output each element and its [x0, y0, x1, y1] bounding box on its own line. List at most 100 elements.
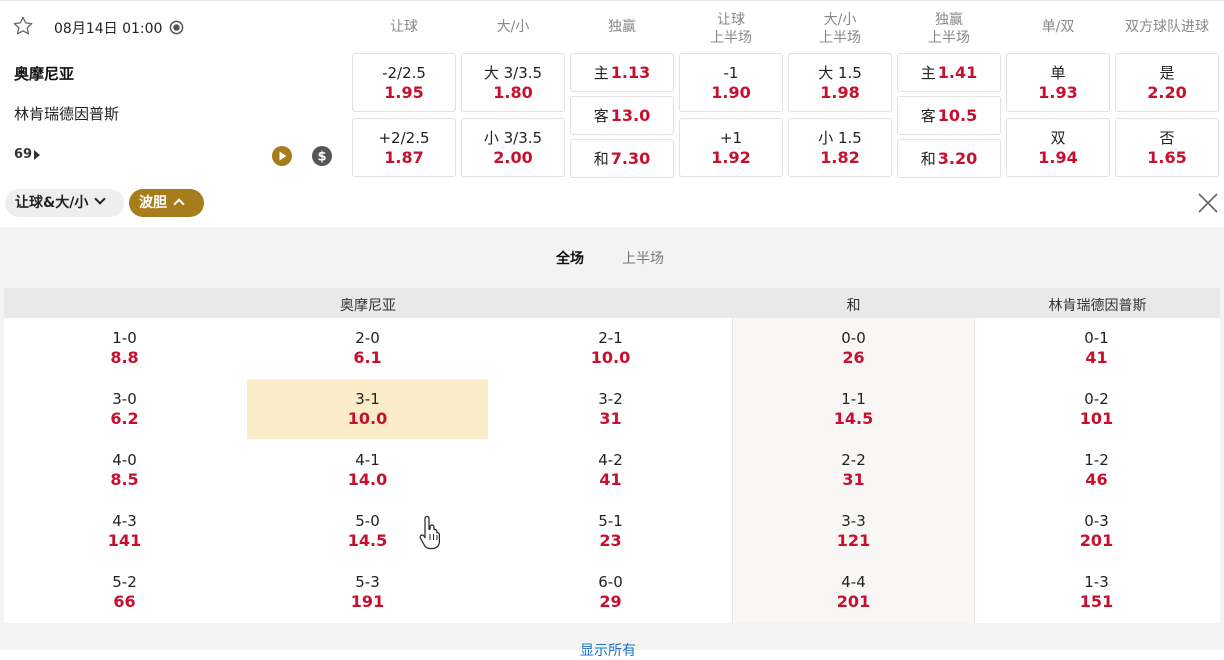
- odds-label: 大 3/3.5: [483, 64, 543, 82]
- col-header-handicap: 让球: [390, 19, 418, 35]
- odds-cell-handicap-away[interactable]: +2/2.5 1.87: [352, 118, 456, 177]
- score-cell[interactable]: 0-0 26: [733, 318, 974, 378]
- score-cell[interactable]: 6-0 29: [490, 562, 731, 622]
- odds-label: 是: [1159, 64, 1175, 82]
- odds-label: +1: [719, 129, 743, 147]
- score-cell[interactable]: 3-3 121: [733, 501, 974, 561]
- svg-text:$: $: [317, 150, 326, 165]
- star-icon[interactable]: [12, 15, 34, 37]
- match-header: 08月14日 01:00 奥摩尼亚 林肯瑞德因普斯 69 $ 让球 大/小 独赢…: [0, 0, 1224, 227]
- odds-cell-moneyline-1h-home[interactable]: 主 1.41: [897, 53, 1001, 92]
- score-cell[interactable]: 4-2 41: [490, 440, 731, 500]
- grid-header-home: 奥摩尼亚: [340, 298, 396, 314]
- score-label: 4-0: [112, 451, 137, 469]
- odds-cell-total-1h-over[interactable]: 大 1.5 1.98: [788, 53, 892, 112]
- filter-label: 让球&大/小: [15, 195, 89, 211]
- score-label: 4-3: [112, 512, 137, 530]
- odds-cell-handicap-1h-home[interactable]: -1 1.90: [679, 53, 783, 112]
- odds-label: 大 1.5: [818, 64, 862, 82]
- score-cell[interactable]: 4-3 141: [4, 501, 245, 561]
- score-cell[interactable]: 5-3 191: [247, 562, 488, 622]
- score-cell[interactable]: 1-1 14.5: [733, 379, 974, 439]
- score-cell[interactable]: 3-0 6.2: [4, 379, 245, 439]
- odds-cell-moneyline-1h-away[interactable]: 客 10.5: [897, 96, 1001, 135]
- chevron-down-icon: [94, 193, 106, 205]
- col-header-total-1h: 大/小 上半场: [819, 12, 861, 46]
- score-label: 5-3: [355, 573, 380, 591]
- odds-label: 和: [920, 150, 936, 168]
- filter-correct-score[interactable]: 波胆: [129, 189, 204, 217]
- score-cell[interactable]: 5-2 66: [4, 562, 245, 622]
- grid-header: 奥摩尼亚 和 林肯瑞德因普斯: [4, 288, 1220, 318]
- odds-cell-btts-yes[interactable]: 是 2.20: [1115, 53, 1219, 112]
- score-label: 0-0: [841, 329, 866, 347]
- filter-handicap-total[interactable]: 让球&大/小: [5, 189, 124, 217]
- odds-cell-total-under[interactable]: 小 3/3.5 2.00: [461, 118, 565, 177]
- tab-full-time[interactable]: 全场: [556, 248, 584, 268]
- score-odds: 6.1: [353, 348, 382, 367]
- odds-label: 主: [593, 64, 609, 82]
- odds-value: 2.20: [1147, 83, 1187, 102]
- score-odds: 10.0: [347, 409, 388, 428]
- score-cell[interactable]: 2-1 10.0: [490, 318, 731, 378]
- score-cell[interactable]: 0-1 41: [976, 318, 1217, 378]
- score-cell[interactable]: 2-2 31: [733, 440, 974, 500]
- score-odds: 23: [599, 531, 622, 550]
- odds-cell-moneyline-draw[interactable]: 和 7.30: [570, 139, 674, 178]
- score-cell[interactable]: 0-2 101: [976, 379, 1217, 439]
- odds-label: 客: [593, 107, 609, 125]
- score-label: 1-2: [1084, 451, 1109, 469]
- col-header-moneyline: 独赢: [608, 19, 636, 35]
- odds-cell-moneyline-away[interactable]: 客 13.0: [570, 96, 674, 135]
- odds-cell-handicap-1h-away[interactable]: +1 1.92: [679, 118, 783, 177]
- score-label: 3-2: [598, 390, 623, 408]
- score-cell[interactable]: 1-3 151: [976, 562, 1217, 622]
- score-cell[interactable]: 1-0 8.8: [4, 318, 245, 378]
- score-cell[interactable]: 5-1 23: [490, 501, 731, 561]
- score-cell[interactable]: 3-1 10.0: [247, 379, 488, 439]
- score-odds: 29: [599, 592, 622, 611]
- odds-cell-odd[interactable]: 单 1.93: [1006, 53, 1110, 112]
- odds-cell-moneyline-1h-draw[interactable]: 和 3.20: [897, 139, 1001, 178]
- score-cell[interactable]: 2-0 6.1: [247, 318, 488, 378]
- odds-cell-btts-no[interactable]: 否 1.65: [1115, 118, 1219, 177]
- score-odds: 14.5: [347, 531, 388, 550]
- odds-value: 13.0: [610, 106, 651, 125]
- odds-cell-even[interactable]: 双 1.94: [1006, 118, 1110, 177]
- score-cell[interactable]: 1-2 46: [976, 440, 1217, 500]
- score-odds: 31: [842, 470, 865, 489]
- score-label: 2-1: [598, 329, 623, 347]
- odds-label: 客: [920, 107, 936, 125]
- score-cell[interactable]: 4-4 201: [733, 562, 974, 622]
- odds-cell-handicap-home[interactable]: -2/2.5 1.95: [352, 53, 456, 112]
- caret-right-icon[interactable]: [34, 150, 40, 160]
- tab-first-half[interactable]: 上半场: [622, 248, 664, 268]
- dollar-icon[interactable]: $: [311, 145, 333, 167]
- more-markets-count[interactable]: 69: [14, 147, 32, 162]
- live-stream-icon[interactable]: [169, 20, 184, 35]
- odds-value: 7.30: [610, 149, 651, 168]
- odds-cell-total-over[interactable]: 大 3/3.5 1.80: [461, 53, 565, 112]
- odds-value: 1.90: [711, 83, 751, 102]
- score-cell[interactable]: 3-2 31: [490, 379, 731, 439]
- play-icon[interactable]: [271, 145, 293, 167]
- col-header-btts: 双方球队进球: [1125, 19, 1209, 35]
- odds-value: 1.95: [384, 83, 424, 102]
- score-cell[interactable]: 4-0 8.5: [4, 440, 245, 500]
- score-label: 2-2: [841, 451, 866, 469]
- odds-cell-total-1h-under[interactable]: 小 1.5 1.82: [788, 118, 892, 177]
- filter-label: 波胆: [139, 195, 167, 211]
- score-label: 4-1: [355, 451, 380, 469]
- score-label: 5-1: [598, 512, 623, 530]
- close-icon[interactable]: [1197, 192, 1219, 214]
- odds-cell-moneyline-home[interactable]: 主 1.13: [570, 53, 674, 92]
- chevron-up-icon: [173, 198, 185, 210]
- score-cell[interactable]: 4-1 14.0: [247, 440, 488, 500]
- odds-label: 单: [1050, 64, 1066, 82]
- show-all-link[interactable]: 显示所有: [580, 640, 636, 660]
- score-cell[interactable]: 0-3 201: [976, 501, 1217, 561]
- odds-value: 3.20: [937, 149, 978, 168]
- col-header-total: 大/小: [496, 19, 530, 35]
- score-cell[interactable]: 5-0 14.5: [247, 501, 488, 561]
- score-label: 5-2: [112, 573, 137, 591]
